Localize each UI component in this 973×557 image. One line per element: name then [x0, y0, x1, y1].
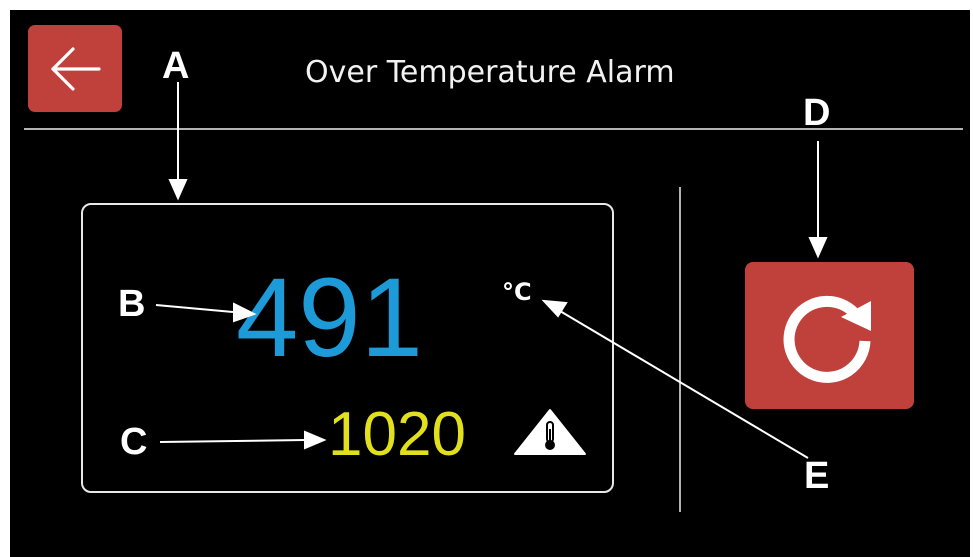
callout-label-e: E	[804, 455, 830, 497]
callout-arrowhead-b	[233, 302, 257, 323]
callout-arrow-c	[159, 439, 306, 443]
callout-arrow-b	[155, 304, 234, 313]
callout-label-b: B	[118, 283, 146, 325]
callout-arrowhead-c	[304, 430, 327, 450]
callout-label-d: D	[803, 92, 831, 134]
callout-label-c: C	[120, 421, 148, 463]
callout-label-a: A	[162, 45, 190, 87]
callout-arrowhead-d	[808, 237, 828, 259]
callout-arrowhead-a	[168, 179, 188, 201]
callout-arrow-e	[559, 310, 809, 459]
